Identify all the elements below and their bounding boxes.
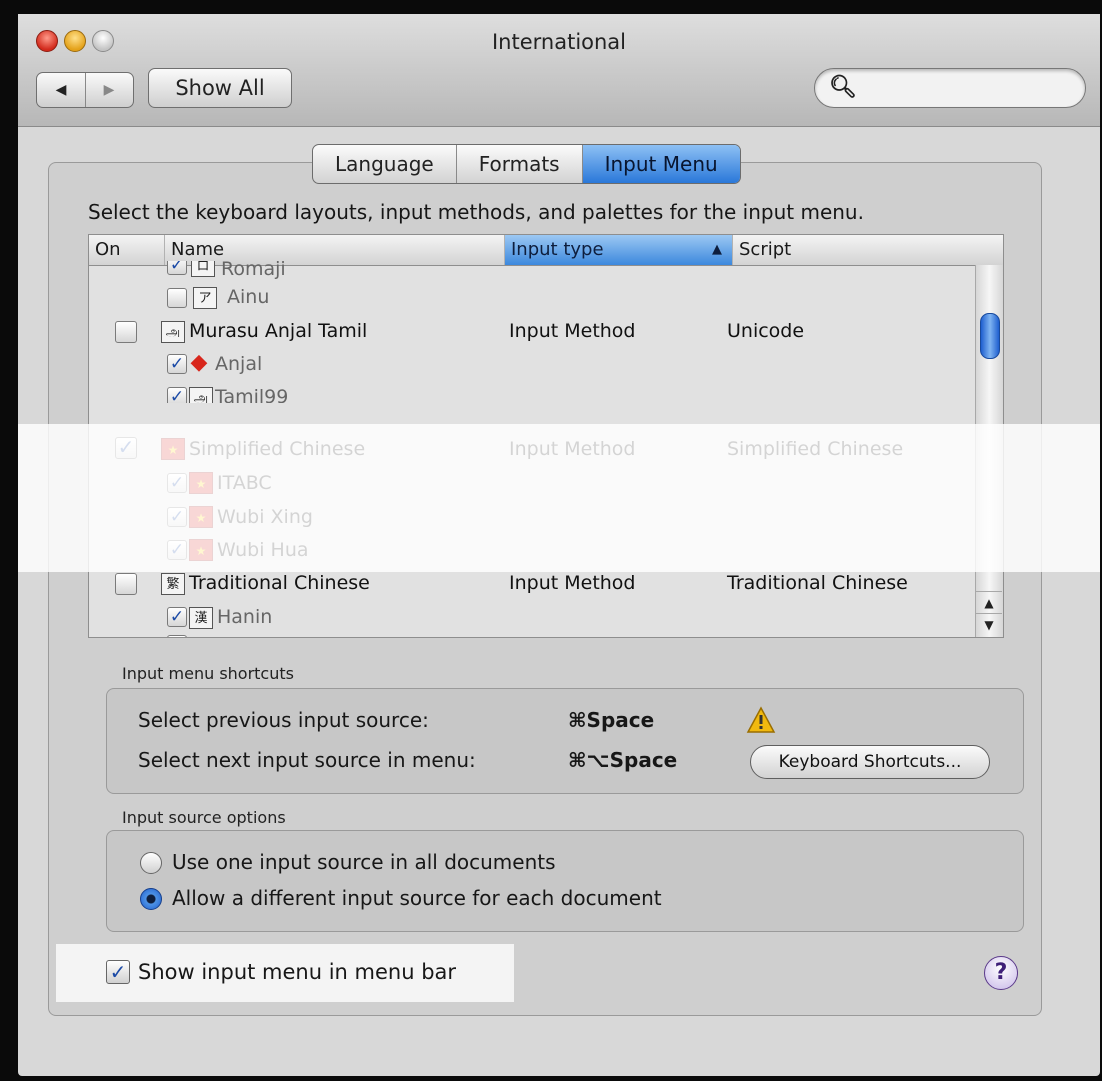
table-row[interactable]: ✓ Cangjie bbox=[89, 629, 975, 637]
wubi-hua-flag-icon: ★ bbox=[189, 539, 213, 561]
row-checkbox[interactable]: ✓ bbox=[167, 473, 187, 493]
show-all-button[interactable]: Show All bbox=[148, 68, 292, 108]
title-bar: International ◀ ▶ Show All 🔍︎ bbox=[18, 14, 1100, 127]
search-input[interactable] bbox=[859, 75, 1073, 103]
anjal-diamond-icon: ◆ bbox=[190, 350, 208, 375]
options-group bbox=[106, 830, 1024, 932]
table-row[interactable]: ✓ ★ ITABC bbox=[89, 467, 975, 500]
row-name: Romaji bbox=[221, 261, 286, 280]
tamil-icon: அ bbox=[161, 321, 185, 343]
scroll-up-icon[interactable]: ▲ bbox=[976, 591, 1002, 614]
input-sources-table: On Name Input type ▲ Script ✓ ロ Romaji ア… bbox=[88, 234, 1004, 638]
search-icon: 🔍︎ bbox=[829, 75, 857, 100]
show-menu-label: Show input menu in menu bar bbox=[138, 960, 457, 984]
window-title: International bbox=[491, 30, 627, 54]
traditional-chinese-icon: 繁 bbox=[161, 573, 185, 595]
table-row[interactable]: 繁 Traditional Chinese Input Method Tradi… bbox=[89, 567, 975, 600]
row-input-type: Input Method bbox=[509, 320, 636, 342]
next-source-label: Select next input source in menu: bbox=[138, 748, 476, 772]
row-script: Traditional Chinese bbox=[727, 572, 908, 594]
wubi-xing-flag-icon: ★ bbox=[189, 506, 213, 528]
hanin-icon: 漢 bbox=[189, 607, 213, 629]
shortcuts-group-label: Input menu shortcuts bbox=[122, 664, 294, 683]
warning-icon bbox=[746, 706, 776, 733]
row-input-type: Input Method bbox=[509, 438, 636, 460]
row-name: Tamil99 bbox=[215, 386, 289, 403]
row-checkbox[interactable]: ✓ bbox=[167, 635, 187, 637]
tab-language[interactable]: Language bbox=[313, 145, 457, 183]
prev-source-shortcut: ⌘Space bbox=[568, 708, 655, 732]
help-button[interactable]: ? bbox=[984, 956, 1018, 990]
table-row[interactable]: ✓ ★ Wubi Xing bbox=[89, 501, 975, 534]
row-name: Wubi Xing bbox=[217, 506, 313, 528]
row-name: Cangjie bbox=[217, 629, 288, 637]
radio-one-source-label: Use one input source in all documents bbox=[172, 850, 556, 874]
row-checkbox[interactable]: ✓ bbox=[167, 354, 187, 374]
row-checkbox[interactable]: ✓ bbox=[167, 507, 187, 527]
tamil99-icon: அ bbox=[189, 387, 213, 403]
row-input-type: Input Method bbox=[509, 572, 636, 594]
description-text: Select the keyboard layouts, input metho… bbox=[88, 200, 864, 224]
next-source-shortcut: ⌘⌥Space bbox=[568, 748, 678, 772]
row-checkbox[interactable]: ✓ bbox=[167, 387, 187, 403]
options-group-label: Input source options bbox=[122, 808, 286, 827]
tab-input-menu[interactable]: Input Menu bbox=[582, 145, 740, 183]
table-row[interactable]: ア Ainu bbox=[89, 281, 975, 314]
table-row[interactable]: ✓ ◆ Anjal bbox=[89, 348, 975, 381]
row-checkbox[interactable]: ✓ bbox=[115, 437, 137, 459]
table-row[interactable]: அ Murasu Anjal Tamil Input Method Unicod… bbox=[89, 315, 975, 348]
row-checkbox[interactable]: ✓ bbox=[167, 540, 187, 560]
row-checkbox[interactable] bbox=[115, 321, 137, 343]
keyboard-shortcuts-button[interactable]: Keyboard Shortcuts... bbox=[750, 745, 990, 779]
row-name: Anjal bbox=[215, 353, 263, 375]
input-type-header-label: Input type bbox=[511, 239, 604, 260]
scroll-down-icon[interactable]: ▼ bbox=[976, 613, 1002, 636]
table-row[interactable]: ✓ ★ Wubi Hua bbox=[89, 534, 975, 567]
table-row[interactable]: ✓ ★ Simplified Chinese Input Method Simp… bbox=[89, 433, 975, 466]
row-checkbox[interactable] bbox=[167, 288, 187, 308]
radio-different-source[interactable] bbox=[140, 888, 162, 910]
romaji-icon: ロ bbox=[191, 261, 215, 277]
itabc-flag-icon: ★ bbox=[189, 472, 213, 494]
row-checkbox[interactable]: ✓ bbox=[167, 607, 187, 627]
china-flag-icon: ★ bbox=[161, 438, 185, 460]
ainu-icon: ア bbox=[193, 287, 217, 309]
table-row[interactable]: ✓ ロ Romaji bbox=[89, 261, 975, 281]
row-name: Murasu Anjal Tamil bbox=[189, 320, 368, 342]
row-name: ITABC bbox=[217, 472, 272, 494]
radio-one-source[interactable] bbox=[140, 852, 162, 874]
prev-source-label: Select previous input source: bbox=[138, 708, 429, 732]
row-script: Simplified Chinese bbox=[727, 438, 904, 460]
search-field[interactable]: 🔍︎ bbox=[814, 68, 1086, 108]
row-name: Simplified Chinese bbox=[189, 438, 366, 460]
back-button[interactable]: ◀ bbox=[37, 73, 86, 107]
radio-different-source-label: Allow a different input source for each … bbox=[172, 886, 662, 910]
row-checkbox[interactable] bbox=[115, 573, 137, 595]
row-script: Unicode bbox=[727, 320, 805, 342]
scroll-thumb[interactable] bbox=[980, 313, 1000, 359]
table-row[interactable]: ✓ அ Tamil99 bbox=[89, 381, 975, 403]
tab-bar: Language Formats Input Menu bbox=[312, 144, 741, 184]
nav-button-group: ◀ ▶ bbox=[36, 72, 134, 108]
row-checkbox[interactable]: ✓ bbox=[167, 261, 187, 275]
table-scrollbar[interactable]: ▲ ▼ bbox=[975, 265, 1003, 637]
row-name: Ainu bbox=[227, 286, 270, 308]
tab-formats[interactable]: Formats bbox=[457, 145, 583, 183]
show-menu-checkbox[interactable]: ✓ bbox=[106, 960, 130, 984]
row-name: Traditional Chinese bbox=[189, 572, 370, 594]
row-name: Wubi Hua bbox=[217, 539, 309, 561]
forward-button[interactable]: ▶ bbox=[85, 73, 133, 107]
